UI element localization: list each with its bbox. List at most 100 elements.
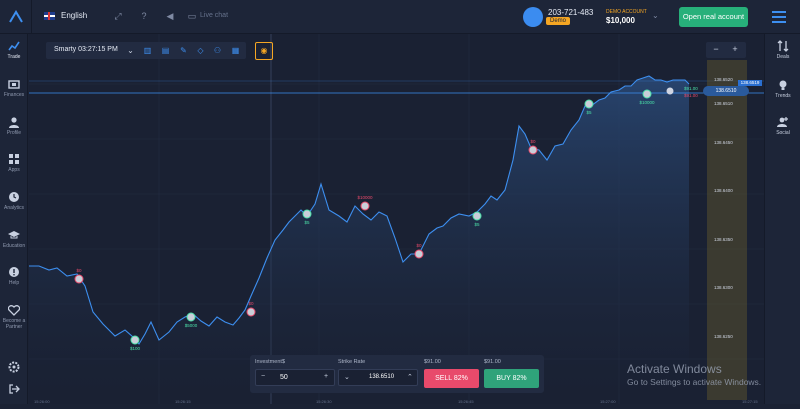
minus-button[interactable]: − — [261, 373, 265, 380]
time-axis-label: 15:27:00 — [600, 399, 616, 404]
open-real-account-button[interactable]: Open real account — [679, 7, 748, 27]
trade-marker[interactable] — [130, 335, 140, 345]
account-type: DEMO ACCOUNT — [606, 9, 647, 15]
sidebar-item-label: Become a Partner — [2, 318, 26, 330]
trade-marker[interactable] — [528, 145, 538, 155]
help-circle-icon[interactable]: ? — [139, 11, 149, 21]
chevron-up-icon[interactable]: ⌃ — [407, 373, 413, 381]
trade-marker[interactable] — [186, 312, 196, 322]
sidebar-item-label: Help — [8, 280, 20, 286]
price-axis-label: 138.6400 — [714, 188, 733, 193]
time-axis-label: 15:27:15 — [742, 399, 758, 404]
clock-icon — [9, 192, 19, 202]
sidebar-item-label: Analytics — [3, 205, 24, 211]
time-axis-label: 15:26:15 — [175, 399, 191, 404]
price-axis-highlight — [707, 60, 747, 400]
trade-panel: Investment $ − 50 + Strike Rate ⌄ 138.65… — [250, 355, 544, 393]
chart-toolbar: Smarty 03:27:15 PM ⌄ ▥ ▤ ✎ ◇ ⚇ ▦ — [46, 42, 246, 59]
sidebar-item-label: Education — [2, 243, 26, 249]
chevron-down-icon[interactable]: ⌄ — [344, 373, 350, 381]
time-axis-label: 15:26:30 — [316, 399, 332, 404]
indicators-icon[interactable]: ◇ — [196, 46, 205, 55]
screenshot-button[interactable]: ◉ — [255, 42, 273, 60]
logo[interactable] — [0, 0, 32, 34]
users-icon[interactable]: ⚇ — [213, 46, 222, 55]
chevron-down-icon[interactable]: ⌄ — [652, 11, 659, 20]
plus-button[interactable]: + — [324, 373, 328, 380]
trade-marker-label: $5 — [304, 220, 310, 225]
strike-rate-input[interactable]: ⌄ 138.6510 ⌃ — [338, 369, 418, 386]
sidebar-item-label: Apps — [8, 167, 20, 173]
sidebar-item-education[interactable]: Education — [0, 229, 28, 249]
language-selector[interactable]: English — [44, 11, 87, 20]
account-id: 203-721-483 — [548, 8, 594, 17]
investment-label: Investment — [255, 359, 282, 365]
asset-selector[interactable]: Smarty 03:27:15 PM — [54, 46, 118, 53]
trade-marker[interactable] — [642, 89, 652, 99]
price-axis-label: 138.6450 — [714, 140, 733, 145]
price-axis-label: 138.6350 — [714, 237, 733, 242]
layout-icon[interactable]: ▦ — [231, 46, 240, 55]
timeframe-icon[interactable]: ▤ — [161, 46, 170, 55]
price-axis-label: 138.6520 — [714, 77, 733, 82]
trade-marker[interactable] — [302, 209, 312, 219]
sidebar-item-profile[interactable]: Profile — [0, 116, 28, 136]
bulb-icon — [779, 80, 787, 90]
sidebar-item-finances[interactable]: Finances — [0, 78, 28, 98]
sidebar-item-apps[interactable]: Apps — [0, 153, 28, 173]
chart-type-icon[interactable]: ▥ — [143, 46, 152, 55]
logout-button[interactable] — [0, 383, 28, 397]
pencil-icon[interactable]: ✎ — [179, 46, 188, 55]
price-axis-label: 138.6300 — [714, 285, 733, 290]
sidebar-item-partner[interactable]: Become a Partner — [0, 304, 28, 330]
user-icon — [9, 117, 19, 128]
left-sidebar: Trade Finances Profile Apps Analytics Ed… — [0, 34, 28, 404]
balance[interactable]: $10,000 — [606, 16, 635, 25]
settings-button[interactable] — [0, 361, 28, 375]
time-axis-label: 15:26:00 — [34, 399, 50, 404]
trade-marker[interactable] — [414, 249, 424, 259]
trade-chart-icon — [8, 41, 20, 51]
price-area — [29, 76, 689, 394]
fullscreen-icon[interactable]: ⤢ — [113, 11, 123, 21]
payout-up: $91.00 — [684, 86, 698, 91]
zoom-out-button[interactable]: − — [709, 44, 723, 54]
zoom-in-button[interactable]: + — [728, 44, 742, 54]
deals-arrows-icon — [777, 40, 789, 52]
trade-marker-label: $100 — [130, 346, 141, 351]
investment-input[interactable]: − 50 + — [255, 369, 335, 386]
right-item-deals[interactable]: Deals — [765, 40, 800, 60]
zoom-controls: − + — [706, 42, 746, 58]
trade-marker[interactable] — [584, 99, 594, 109]
logo-icon — [8, 10, 23, 23]
trade-marker-label: $5 — [586, 110, 592, 115]
price-chart: $0 $100 $5000 $0 $5 $10000 $0 $5 $0 $5 $10000 — [29, 34, 764, 404]
strike-label: Strike Rate — [338, 359, 366, 365]
buy-button[interactable]: BUY 82% — [484, 369, 539, 388]
strike-value: 138.6510 — [369, 374, 395, 380]
trade-marker[interactable] — [74, 274, 84, 284]
trade-marker-label: $5 — [474, 222, 480, 227]
sound-icon[interactable]: ◀ — [165, 11, 175, 21]
chart-area[interactable]: $0 $100 $5000 $0 $5 $10000 $0 $5 $0 $5 $10000 — [29, 34, 764, 404]
buy-label: BUY 82% — [496, 375, 527, 382]
sidebar-item-analytics[interactable]: Analytics — [0, 191, 28, 211]
chevron-down-icon[interactable]: ⌄ — [126, 46, 135, 55]
right-item-trends[interactable]: Trends — [765, 79, 800, 99]
right-item-label: Deals — [776, 54, 790, 60]
hamburger-menu-icon[interactable] — [772, 11, 786, 23]
trade-marker[interactable] — [360, 201, 370, 211]
chat-icon[interactable]: ▭ — [187, 11, 197, 21]
trade-marker-label: $10000 — [639, 100, 655, 105]
live-chat-link[interactable]: Live chat — [200, 12, 228, 19]
top-bar: English ⤢ ? ◀ ▭ Live chat 203-721-483 De… — [0, 0, 800, 34]
avatar[interactable] — [523, 7, 543, 27]
sidebar-item-trade[interactable]: Trade — [0, 40, 28, 60]
sidebar-item-help[interactable]: Help — [0, 266, 28, 286]
trade-marker[interactable] — [246, 307, 256, 317]
sidebar-item-label: Profile — [6, 130, 22, 136]
trade-marker[interactable] — [472, 211, 482, 221]
right-item-social[interactable]: Social — [765, 116, 800, 136]
sell-button[interactable]: SELL 82% — [424, 369, 479, 388]
add-user-icon — [777, 117, 788, 127]
